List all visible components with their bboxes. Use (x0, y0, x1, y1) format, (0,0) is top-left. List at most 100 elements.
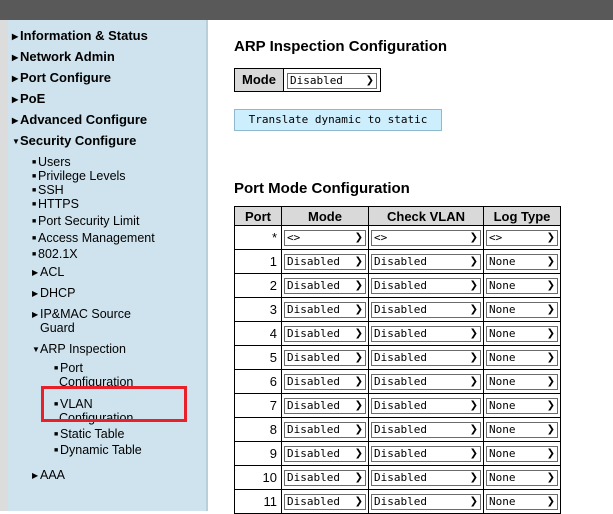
chevron-down-icon: ❯ (354, 232, 363, 244)
mode-select[interactable]: Disabled ❯ (286, 72, 377, 89)
port-cell: 9 (234, 441, 282, 466)
log-type-select[interactable]: None ❯ (486, 277, 558, 294)
mode-cell: Disabled ❯ (281, 441, 369, 466)
table-row: 5 Disabled ❯ Disabled ❯ None ❯ (234, 345, 561, 370)
nav-https[interactable]: ■ HTTPS (32, 197, 79, 212)
chevron-down-icon: ❯ (354, 472, 363, 484)
top-bar (0, 0, 613, 20)
log-type-select[interactable]: None ❯ (486, 445, 558, 462)
check-vlan-cell: Disabled ❯ (368, 321, 484, 346)
check-vlan-select[interactable]: Disabled ❯ (371, 277, 481, 294)
chevron-down-icon: ❯ (469, 280, 478, 292)
nav-users[interactable]: ■ Users (32, 155, 71, 170)
chevron-down-icon: ❯ (546, 232, 555, 244)
check-vlan-select[interactable]: Disabled ❯ (371, 253, 481, 270)
log-type-select[interactable]: None ❯ (486, 397, 558, 414)
log-type-select[interactable]: None ❯ (486, 349, 558, 366)
nav-port-configuration[interactable]: ■ Port (54, 361, 83, 376)
check-vlan-select[interactable]: Disabled ❯ (371, 349, 481, 366)
nav-information-status[interactable]: ▶ Information & Status (12, 28, 148, 44)
table-row: 2 Disabled ❯ Disabled ❯ None ❯ (234, 273, 561, 298)
check-vlan-select[interactable]: Disabled ❯ (371, 421, 481, 438)
nav-advanced-configure[interactable]: ▶ Advanced Configure (12, 112, 147, 128)
nav-dynamic-table[interactable]: ■ Dynamic Table (54, 443, 142, 458)
nav-ipmac-source-guard[interactable]: ▶ IP&MAC Source (32, 307, 131, 322)
chevron-down-icon: ❯ (354, 424, 363, 436)
mode-select[interactable]: Disabled ❯ (284, 301, 366, 318)
nav-802-1x[interactable]: ■ 802.1X (32, 247, 78, 262)
nav-network-admin[interactable]: ▶ Network Admin (12, 49, 115, 65)
log-type-select[interactable]: None ❯ (486, 493, 558, 510)
check-vlan-select[interactable]: Disabled ❯ (371, 301, 481, 318)
mode-select[interactable]: Disabled ❯ (284, 469, 366, 486)
nav-acl[interactable]: ▶ ACL (32, 265, 64, 280)
table-header-row: Port Mode Check VLAN Log Type (234, 206, 561, 226)
nav-port-security-limit[interactable]: ■ Port Security Limit (32, 214, 139, 229)
mode-select[interactable]: Disabled ❯ (284, 421, 366, 438)
page-title: ARP Inspection Configuration (234, 38, 448, 55)
check-vlan-select[interactable]: Disabled ❯ (371, 373, 481, 390)
check-vlan-select[interactable]: Disabled ❯ (371, 469, 481, 486)
mode-select[interactable]: Disabled ❯ (284, 277, 366, 294)
nav-arp-inspection[interactable]: ▼ARP Inspection (32, 342, 126, 357)
log-type-cell: None ❯ (483, 249, 561, 274)
mode-select[interactable]: Disabled ❯ (284, 349, 366, 366)
mode-select[interactable]: Disabled ❯ (284, 397, 366, 414)
mode-select[interactable]: Disabled ❯ (284, 373, 366, 390)
nav-dhcp[interactable]: ▶ DHCP (32, 286, 75, 301)
log-type-select[interactable]: None ❯ (486, 373, 558, 390)
chevron-down-icon: ❯ (469, 472, 478, 484)
nav-static-table[interactable]: ■ Static Table (54, 427, 124, 442)
log-type-select[interactable]: <> ❯ (486, 229, 558, 246)
log-type-select[interactable]: None ❯ (486, 421, 558, 438)
mode-select[interactable]: Disabled ❯ (284, 325, 366, 342)
log-type-select[interactable]: None ❯ (486, 301, 558, 318)
nav-ipmac-source-guard-line2[interactable]: Guard (40, 321, 75, 335)
log-type-cell: None ❯ (483, 441, 561, 466)
nav-port-configure[interactable]: ▶ Port Configure (12, 70, 111, 86)
chevron-down-icon: ❯ (469, 328, 478, 340)
highlight-box (41, 386, 187, 422)
chevron-down-icon: ❯ (469, 376, 478, 388)
mode-select[interactable]: <> ❯ (284, 229, 366, 246)
chevron-down-icon: ❯ (469, 304, 478, 316)
mode-label: Mode (235, 69, 284, 91)
log-type-select[interactable]: None ❯ (486, 325, 558, 342)
chevron-down-icon: ❯ (546, 280, 555, 292)
check-vlan-select[interactable]: Disabled ❯ (371, 397, 481, 414)
nav-privilege-levels[interactable]: ■ Privilege Levels (32, 169, 126, 184)
nav-security-configure[interactable]: ▼Security Configure (12, 133, 136, 149)
table-row: 11 Disabled ❯ Disabled ❯ None ❯ (234, 489, 561, 514)
check-vlan-cell: Disabled ❯ (368, 369, 484, 394)
nav-aaa[interactable]: ▶ AAA (32, 468, 65, 483)
mode-select[interactable]: Disabled ❯ (284, 493, 366, 510)
log-type-select[interactable]: None ❯ (486, 253, 558, 270)
chevron-down-icon: ❯ (546, 304, 555, 316)
check-vlan-cell: Disabled ❯ (368, 489, 484, 514)
chevron-down-icon: ❯ (469, 496, 478, 508)
nav-access-management[interactable]: ■ Access Management (32, 231, 155, 246)
chevron-down-icon: ❯ (469, 400, 478, 412)
check-vlan-cell: Disabled ❯ (368, 441, 484, 466)
check-vlan-select[interactable]: <> ❯ (371, 229, 481, 246)
chevron-down-icon: ❯ (354, 496, 363, 508)
log-type-cell: <> ❯ (483, 225, 561, 250)
check-vlan-select[interactable]: Disabled ❯ (371, 493, 481, 510)
sidebar: ▶ Information & Status ▶ Network Admin ▶ Po… (8, 20, 206, 511)
port-mode-title: Port Mode Configuration (234, 180, 410, 197)
mode-cell: Disabled ❯ (281, 393, 369, 418)
chevron-down-icon: ❯ (354, 280, 363, 292)
port-cell: 6 (234, 369, 282, 394)
check-vlan-select[interactable]: Disabled ❯ (371, 445, 481, 462)
check-vlan-cell: Disabled ❯ (368, 297, 484, 322)
nav-ssh[interactable]: ■ SSH (32, 183, 64, 198)
check-vlan-cell: <> ❯ (368, 225, 484, 250)
chevron-down-icon: ❯ (469, 352, 478, 364)
port-cell: 3 (234, 297, 282, 322)
translate-button[interactable]: Translate dynamic to static (234, 109, 442, 131)
check-vlan-select[interactable]: Disabled ❯ (371, 325, 481, 342)
nav-poe[interactable]: ▶ PoE (12, 91, 45, 107)
mode-select[interactable]: Disabled ❯ (284, 253, 366, 270)
log-type-select[interactable]: None ❯ (486, 469, 558, 486)
mode-select[interactable]: Disabled ❯ (284, 445, 366, 462)
